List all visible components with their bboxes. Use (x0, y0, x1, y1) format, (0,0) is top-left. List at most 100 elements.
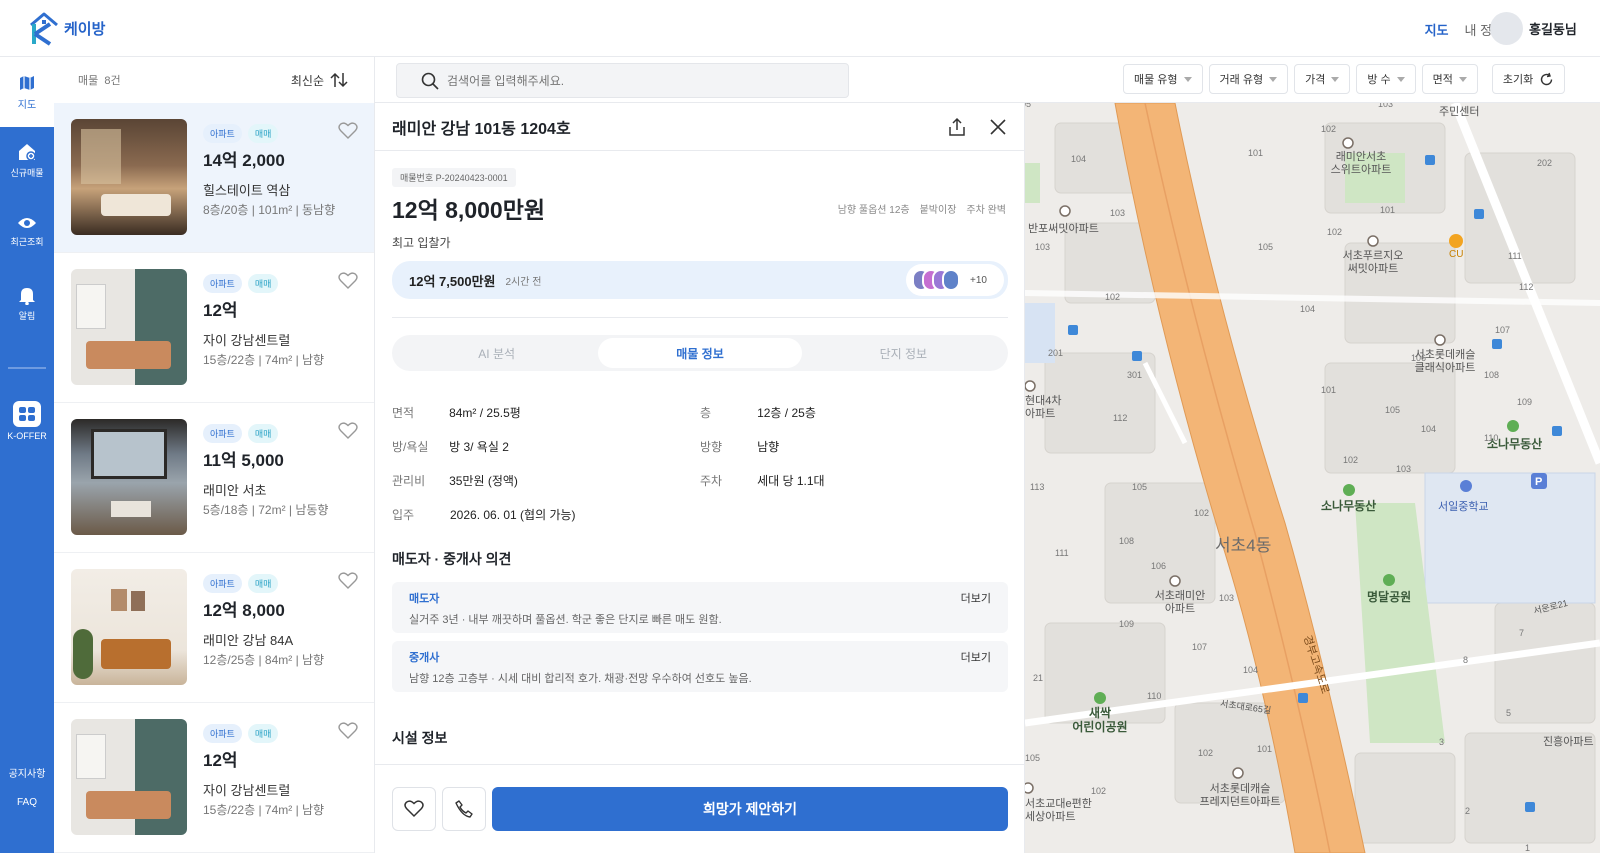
building-number: 102 (1343, 455, 1359, 465)
info-value: 방 3/ 욕실 2 (449, 439, 509, 454)
propose-price-button[interactable]: 희망가 제안하기 (492, 787, 1008, 831)
detail-header: 래미안 강남 101동 1204호 (375, 103, 1024, 151)
filter-deal-type[interactable]: 거래 유형 (1208, 64, 1289, 94)
call-button[interactable] (442, 787, 486, 831)
sidenav-item-koffer[interactable]: K-OFFER (0, 401, 54, 441)
info-row: 관리비 35만원 (정액) 주차 세대 당 1.1대 (392, 463, 1008, 497)
opinion-text: 남향 12층 고층부 · 시세 대비 합리적 호가. 채광·전망 우수하여 선호… (409, 673, 752, 685)
opinion-text: 실거주 3년 · 내부 깨끗하며 풀옵션. 학군 좋은 단지로 빠른 매도 원함… (409, 614, 722, 626)
map-place-label: 서초래미안 아파트 (1154, 590, 1206, 615)
more-link[interactable]: 더보기 (961, 590, 991, 606)
building-number: 202 (1537, 158, 1553, 168)
type-badge: 아파트 (203, 574, 242, 593)
user-menu[interactable]: 홍길동님 (1490, 12, 1577, 45)
building-number: 301 (1127, 370, 1143, 380)
type-badge: 아파트 (203, 424, 242, 443)
share-icon[interactable] (948, 117, 966, 137)
listing-card[interactable]: 아파트 매매 11억 5,000 래미안 서초 5층/18층 | 72m² | … (54, 403, 374, 553)
nav-map-link[interactable]: 지도 (1425, 20, 1449, 39)
heart-icon[interactable] (338, 272, 358, 290)
listing-card[interactable]: 아파트 매매 12억 8,000 래미안 강남 84A 12층/25층 | 84… (54, 553, 374, 703)
deal-badge: 매매 (247, 274, 279, 293)
opinion-section-title: 매도자 · 중개사 의견 (392, 551, 512, 567)
favorite-button[interactable] (392, 787, 436, 831)
heart-icon[interactable] (338, 572, 358, 590)
building-number: 21 (1033, 673, 1044, 683)
listing-tags: 아파트 매매 (203, 424, 279, 443)
filter-price[interactable]: 가격 (1294, 64, 1351, 94)
deal-badge: 매매 (247, 124, 279, 143)
close-icon[interactable] (990, 118, 1006, 135)
caret-down-icon (1269, 76, 1278, 82)
map-view[interactable]: P 서초4동 경부고속도로 서초대로65길 서운로21 주민센터 래미안서초 스… (1025, 103, 1600, 853)
filter-property-type[interactable]: 매물 유형 (1123, 64, 1203, 94)
listing-card[interactable]: 아파트 매매 12억 자이 강남센트럴 15층/22층 | 74m² | 남향 (54, 253, 374, 403)
building-number: 110 (1147, 691, 1162, 701)
svg-text:P: P (1535, 476, 1542, 488)
sidenav-item-alert[interactable]: 알림 (0, 285, 54, 322)
sort-button[interactable]: 최신순 (291, 72, 348, 89)
listing-info-table: 면적 84m² / 25.5평 층 12층 / 25층 방/욕실 방 3/ 욕실 2 … (392, 395, 1008, 531)
building-number: 1 (1525, 843, 1531, 853)
bidder-avatar (942, 269, 960, 291)
info-value: 세대 당 1.1대 (757, 473, 825, 488)
caret-down-icon (1396, 76, 1405, 82)
sidenav-item-new[interactable]: 신규매물 (0, 142, 54, 179)
listing-price: 12억 (203, 751, 238, 770)
filter-area[interactable]: 면적 (1421, 64, 1478, 94)
map-place-label: 서초롯데캐슬 프레지던트아파트 (1199, 783, 1281, 808)
search-box[interactable] (396, 63, 849, 98)
more-link[interactable]: 더보기 (961, 649, 991, 665)
filter-label: 매물 유형 (1134, 74, 1178, 86)
filter-rooms[interactable]: 방 수 (1356, 64, 1416, 94)
search-filter-bar: 매물 유형 거래 유형 가격 방 수 면적 초기화 (375, 57, 1600, 103)
tab-complex-info[interactable]: 단지 정보 (802, 338, 1005, 368)
heart-icon[interactable] (338, 422, 358, 440)
heart-icon[interactable] (338, 122, 358, 140)
building-number: 102 (1198, 748, 1214, 758)
building-number: 109 (1119, 619, 1135, 629)
type-badge: 아파트 (203, 274, 242, 293)
detail-tabs: AI 분석 매물 정보 단지 정보 (392, 335, 1008, 371)
info-value: 84m² / 25.5평 (449, 405, 521, 420)
bid-label: 최고 입찰가 (392, 236, 451, 250)
sidenav-item-map[interactable]: 지도 (0, 57, 54, 127)
building-number: 111 (1508, 251, 1522, 261)
listing-card[interactable]: 아파트 매매 14억 2,000 힐스테이트 역삼 8층/20층 | 101m²… (54, 103, 374, 253)
map-place-label: 서초교대e편한 세상아파트 (1025, 798, 1092, 823)
building-number: 102 (1327, 227, 1343, 237)
reset-label: 초기화 (1502, 74, 1534, 86)
opinion-author: 중개사 (409, 652, 440, 664)
tab-ai-analysis[interactable]: AI 분석 (395, 338, 598, 368)
info-row: 입주 2026. 06. 01 (협의 가능) (392, 497, 1008, 531)
sidenav-notice-link[interactable]: 공지사항 (0, 765, 54, 780)
tab-listing-info[interactable]: 매물 정보 (598, 338, 802, 368)
detail-action-bar: 희망가 제안하기 (375, 764, 1024, 853)
bid-price: 12억 7,500만원 (409, 273, 496, 289)
listing-meta: 15층/22층 | 74m² | 남향 (203, 353, 325, 367)
sidenav-item-recent[interactable]: 최근조회 (0, 215, 54, 248)
logo[interactable]: 케이방 (28, 10, 105, 46)
building-number: 108 (1484, 370, 1500, 380)
listing-photo (71, 269, 187, 385)
listing-card[interactable]: 아파트 매매 12억 자이 강남센트럴 15층/22층 | 74m² | 남향 (54, 703, 374, 853)
info-label: 방향 (700, 439, 723, 454)
building-number: 111 (1055, 548, 1069, 558)
type-badge: 아파트 (203, 724, 242, 743)
list-header: 매물 8건 최신순 (54, 57, 374, 103)
bidder-avatars[interactable]: +10 (906, 264, 1004, 296)
building-number: 104 (1421, 424, 1437, 434)
reset-button[interactable]: 초기화 (1491, 64, 1566, 94)
building-number: 105 (1132, 482, 1148, 492)
heart-icon[interactable] (338, 722, 358, 740)
filter-label: 가격 (1305, 74, 1326, 86)
info-label: 방/욕실 (392, 439, 429, 454)
building-number: 3 (1439, 737, 1445, 747)
search-input[interactable] (447, 73, 827, 88)
sidenav-faq-link[interactable]: FAQ (0, 797, 54, 808)
info-label: 층 (700, 405, 712, 420)
info-value: 35만원 (정액) (449, 473, 518, 488)
listing-tags: 아파트 매매 (203, 724, 279, 743)
caret-down-icon (1331, 76, 1340, 82)
building-number: 112 (1519, 282, 1534, 292)
